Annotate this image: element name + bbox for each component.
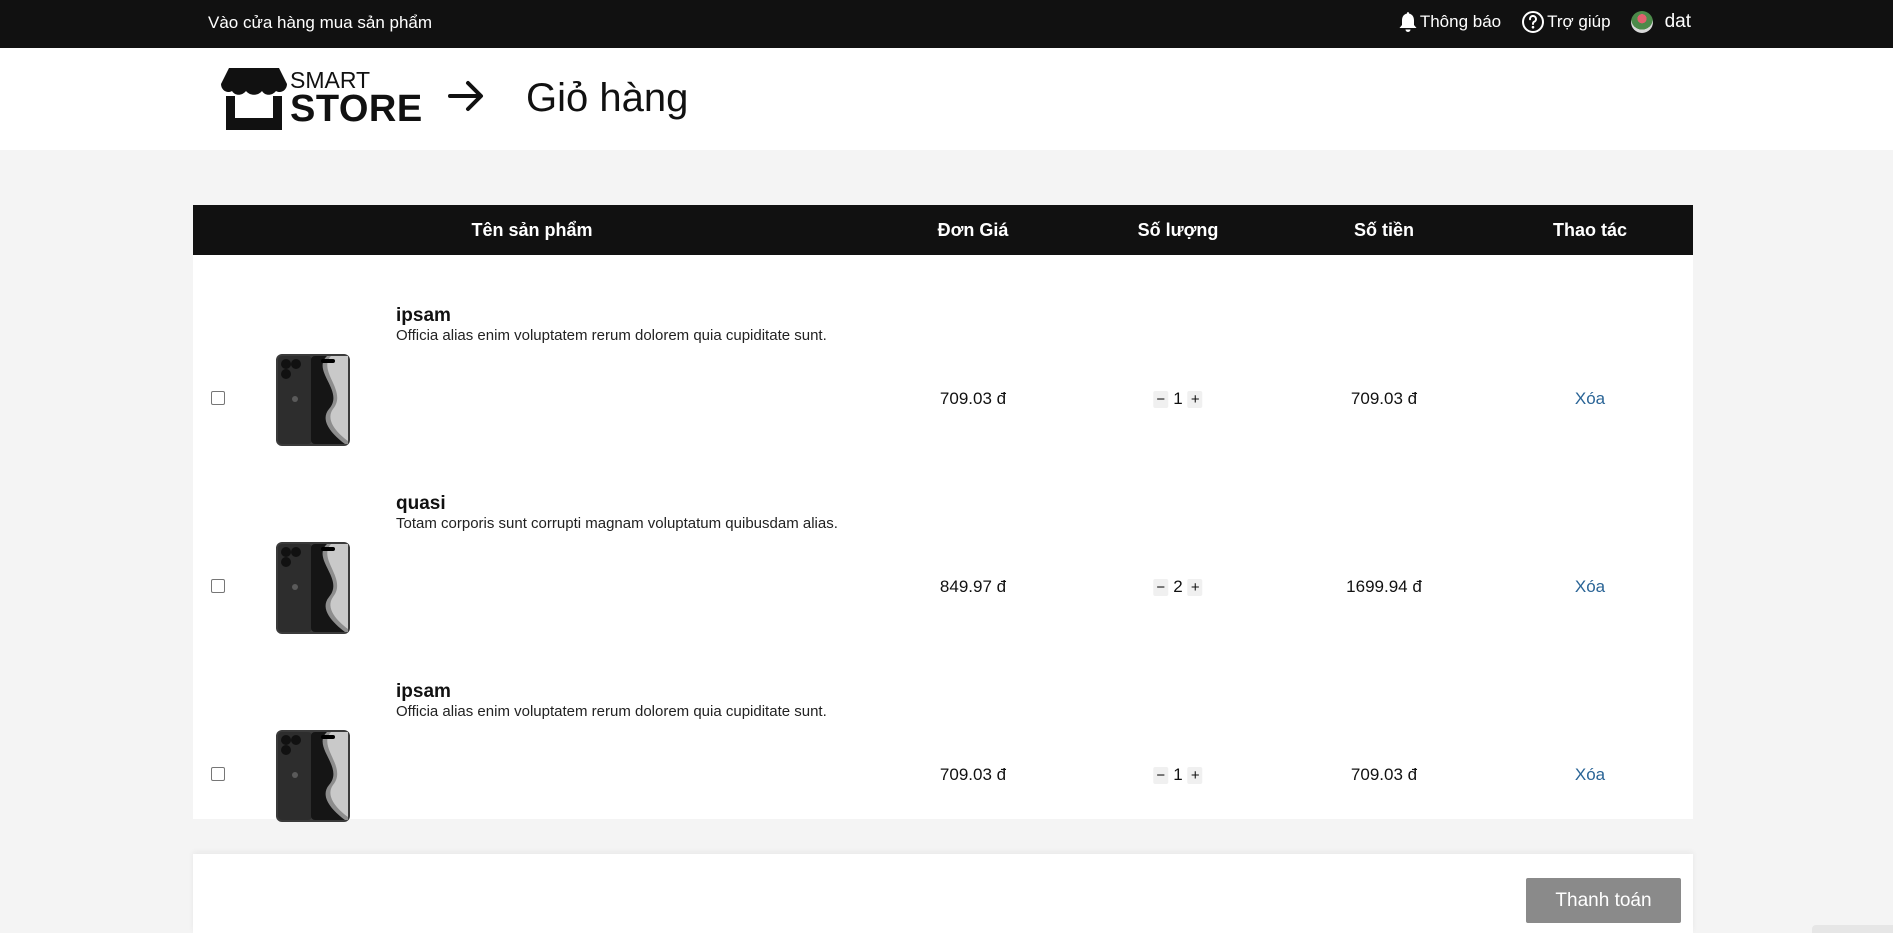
row-total: 709.03 đ — [1350, 765, 1418, 784]
delete-link[interactable]: Xóa — [1575, 389, 1605, 409]
notifications-link[interactable]: Thông báo — [1398, 11, 1501, 33]
decrease-button[interactable]: − — [1153, 390, 1169, 408]
delete-link[interactable]: Xóa — [1575, 577, 1605, 597]
quantity-value[interactable]: 1 — [1173, 389, 1182, 409]
product-image[interactable] — [275, 541, 351, 635]
avatar — [1630, 11, 1653, 33]
table-row: quasi Totam corporis sunt corrupti magna… — [193, 443, 1693, 634]
question-circle-icon — [1522, 11, 1545, 33]
arrow-right-icon — [448, 81, 483, 111]
increase-button[interactable]: + — [1187, 766, 1203, 784]
header: SMART STORE Giỏ hàng — [0, 48, 1893, 150]
page-title: Giỏ hàng — [526, 76, 689, 120]
quantity-stepper: − 1 + — [1153, 765, 1203, 785]
cart-table: Tên sản phẩm Đơn Giá Số lượng Số tiền Th… — [193, 205, 1693, 822]
logo-store: STORE — [290, 88, 423, 130]
unit-price: 709.03 đ — [939, 389, 1007, 408]
top-bar: Vào cửa hàng mua sản phẩm Thông báo Trợ … — [0, 0, 1893, 48]
quantity-stepper: − 1 + — [1153, 389, 1203, 409]
scroll-widget[interactable] — [1812, 925, 1893, 933]
checkout-button[interactable]: Thanh toán — [1526, 878, 1681, 923]
help-label: Trợ giúp — [1547, 12, 1611, 31]
checkout-bar: Thanh toán — [193, 854, 1693, 933]
product-name[interactable]: quasi — [396, 493, 446, 515]
notifications-label: Thông báo — [1419, 12, 1502, 31]
increase-button[interactable]: + — [1187, 578, 1203, 596]
increase-button[interactable]: + — [1187, 390, 1203, 408]
product-image[interactable] — [275, 729, 351, 823]
quantity-stepper: − 2 + — [1153, 577, 1203, 597]
unit-price: 709.03 đ — [939, 765, 1007, 784]
username: dat — [1664, 11, 1691, 32]
decrease-button[interactable]: − — [1153, 766, 1169, 784]
product-image[interactable] — [275, 353, 351, 447]
quantity-value[interactable]: 1 — [1173, 765, 1182, 785]
unit-price: 849.97 đ — [939, 577, 1007, 596]
user-menu[interactable]: dat — [1630, 11, 1691, 33]
row-total: 1699.94 đ — [1346, 577, 1422, 596]
select-checkbox[interactable] — [211, 767, 225, 781]
quantity-value[interactable]: 2 — [1173, 577, 1182, 597]
topbar-right: Thông báo Trợ giúp dat — [1398, 10, 1691, 34]
help-link[interactable]: Trợ giúp — [1521, 10, 1611, 34]
product-description: Officia alias enim voluptatem rerum dolo… — [396, 327, 827, 344]
store-link[interactable]: Vào cửa hàng mua sản phẩm — [208, 13, 432, 33]
column-total: Số tiền — [1353, 220, 1415, 240]
bell-icon — [1399, 12, 1417, 32]
column-product: Tên sản phẩm — [471, 220, 593, 240]
table-row: ipsam Officia alias enim voluptatem reru… — [193, 631, 1693, 822]
select-checkbox[interactable] — [211, 391, 225, 405]
product-description: Officia alias enim voluptatem rerum dolo… — [396, 703, 827, 720]
table-header: Tên sản phẩm Đơn Giá Số lượng Số tiền Th… — [193, 205, 1693, 255]
shop-icon — [221, 68, 287, 130]
column-quantity: Số lượng — [1137, 220, 1219, 240]
decrease-button[interactable]: − — [1153, 578, 1169, 596]
product-name[interactable]: ipsam — [396, 305, 451, 327]
product-name[interactable]: ipsam — [396, 681, 451, 703]
product-description: Totam corporis sunt corrupti magnam volu… — [396, 515, 838, 532]
row-total: 709.03 đ — [1350, 389, 1418, 408]
column-unit-price: Đơn Giá — [937, 220, 1009, 240]
column-actions: Thao tác — [1552, 220, 1628, 240]
delete-link[interactable]: Xóa — [1575, 765, 1605, 785]
table-row: ipsam Officia alias enim voluptatem reru… — [193, 255, 1693, 446]
store-logo[interactable]: SMART STORE — [220, 66, 423, 136]
select-checkbox[interactable] — [211, 579, 225, 593]
